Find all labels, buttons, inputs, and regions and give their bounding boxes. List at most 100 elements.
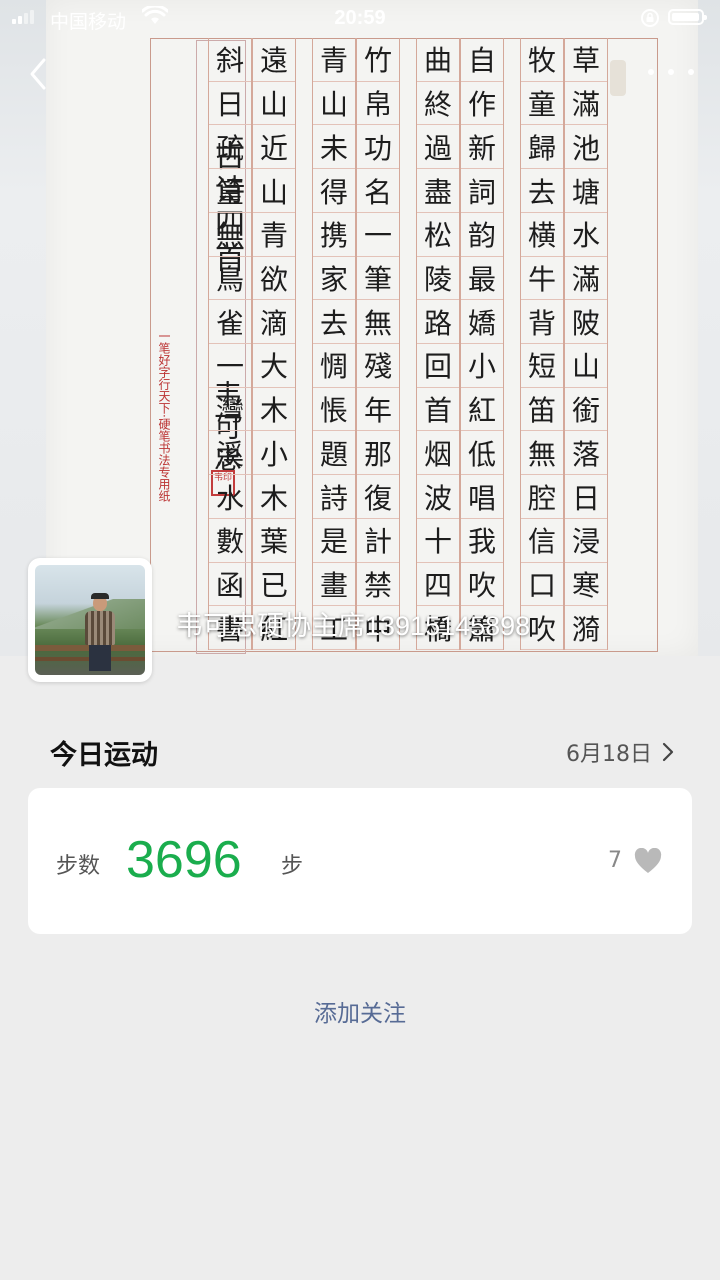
date-selector[interactable]: 6月18日 (566, 736, 674, 768)
poem-character: 松 (417, 213, 459, 257)
poem-character: 篁 (209, 169, 251, 213)
poem-character: 悵 (313, 388, 355, 432)
poem-character: 小 (253, 431, 295, 476)
poem-character: 低 (461, 431, 503, 476)
poem-character: 斜 (209, 38, 251, 82)
poem-character: 數 (209, 519, 251, 563)
poem-character: 未 (313, 125, 355, 170)
chevron-right-icon (662, 742, 674, 762)
add-follow-button[interactable]: 添加关注 (0, 994, 720, 1028)
poem-character: 詞 (461, 169, 503, 213)
poem-character: 新 (461, 125, 503, 170)
poem-character: 山 (313, 82, 355, 126)
poem-character: 落 (565, 431, 607, 476)
poem-character: 携 (313, 213, 355, 257)
poem-character: 塘 (565, 169, 607, 213)
paper-label: 一笔好字行天下·硬笔书法专用纸 (157, 330, 171, 502)
poem-character: 滴 (253, 300, 295, 345)
poem-column: 曲終過盡松陵路回首烟波十四橋 (416, 38, 460, 651)
poem-character: 惆 (313, 344, 355, 388)
heart-icon[interactable] (634, 848, 662, 874)
poem-character: 盡 (417, 169, 459, 213)
poem-character: 我 (461, 519, 503, 563)
poem-character: 短 (521, 344, 563, 388)
poem-character: 小 (461, 344, 503, 388)
poem-character: 歸 (521, 125, 563, 170)
poem-character: 水 (209, 475, 251, 519)
poem-character: 十 (417, 519, 459, 563)
poem-character: 木 (253, 388, 295, 432)
dot-icon (648, 69, 654, 75)
poem-character: 銜 (565, 388, 607, 432)
poem-character: 吹 (461, 563, 503, 607)
poem-character: 作 (461, 82, 503, 126)
poem-character: 韵 (461, 213, 503, 257)
poem-character: 青 (253, 213, 295, 257)
poem-character: 疏 (209, 125, 251, 170)
poem-character: 日 (565, 475, 607, 519)
poem-character: 草 (565, 38, 607, 82)
poem-character: 笛 (521, 388, 563, 432)
poem-character: 信 (521, 519, 563, 563)
more-options-button[interactable] (648, 60, 694, 84)
poem-character: 青 (313, 38, 355, 82)
steps-label: 步数 (56, 854, 101, 879)
paper-blot (610, 60, 626, 96)
status-bar: 中国移动 20:59 (0, 0, 720, 36)
poem-character: 去 (313, 300, 355, 345)
steps-unit: 步 (281, 854, 304, 879)
poem-character: 功 (357, 125, 399, 170)
poem-character: 嬌 (461, 300, 503, 345)
poem-character: 横 (521, 213, 563, 257)
poem-character: 去 (521, 169, 563, 213)
poem-character: 鳥 (209, 257, 251, 301)
poem-character: 溪 (209, 431, 251, 476)
poem-column: 草滿池塘水滿陂山銜落日浸寒漪 (564, 38, 608, 651)
poem-character: 牛 (521, 257, 563, 301)
poem-column: 竹帛功名一筆無殘年那復計禁中 (356, 38, 400, 651)
poem-character: 曲 (417, 38, 459, 82)
poem-character: 山 (565, 344, 607, 388)
poem-character: 滿 (565, 257, 607, 301)
avatar[interactable] (28, 558, 152, 682)
poem-character: 路 (417, 300, 459, 345)
poem-character: 計 (357, 519, 399, 563)
avatar-photo (35, 565, 145, 675)
poem-character: 陵 (417, 257, 459, 301)
poem-character: 牧 (521, 38, 563, 82)
poem-character: 竹 (357, 38, 399, 82)
poem-character: 首 (417, 388, 459, 432)
poem-character: 年 (357, 388, 399, 432)
back-button[interactable] (22, 54, 56, 94)
poem-character: 腔 (521, 475, 563, 519)
poem-character: 大 (253, 344, 295, 388)
poem-character: 童 (521, 82, 563, 126)
steps-value: 3696 (126, 831, 242, 889)
rotation-lock-icon (641, 9, 659, 27)
poem-character: 欲 (253, 257, 295, 301)
poem-character: 一 (209, 344, 251, 388)
poem-character: 詩 (313, 475, 355, 519)
poem-character: 灣 (209, 388, 251, 432)
status-time: 20:59 (334, 7, 386, 29)
poem-character: 函 (209, 563, 251, 607)
poem-character: 葉 (253, 519, 295, 563)
poem-character: 過 (417, 125, 459, 170)
poem-character: 筆 (357, 257, 399, 301)
poem-character: 池 (565, 125, 607, 170)
like-count: 7 (608, 848, 622, 873)
poem-character: 復 (357, 475, 399, 519)
today-date: 6月18日 (566, 742, 652, 767)
poem-character: 陂 (565, 300, 607, 345)
poem-character: 得 (313, 169, 355, 213)
poem-character: 無 (357, 300, 399, 345)
poem-character: 禁 (357, 563, 399, 607)
poem-character: 近 (253, 125, 295, 170)
poem-character: 烟 (417, 431, 459, 476)
poem-character: 波 (417, 475, 459, 519)
poem-character: 山 (253, 169, 295, 213)
poem-character: 那 (357, 431, 399, 476)
poem-character: 山 (253, 82, 295, 126)
poem-character: 唱 (461, 475, 503, 519)
poem-character: 一 (357, 213, 399, 257)
